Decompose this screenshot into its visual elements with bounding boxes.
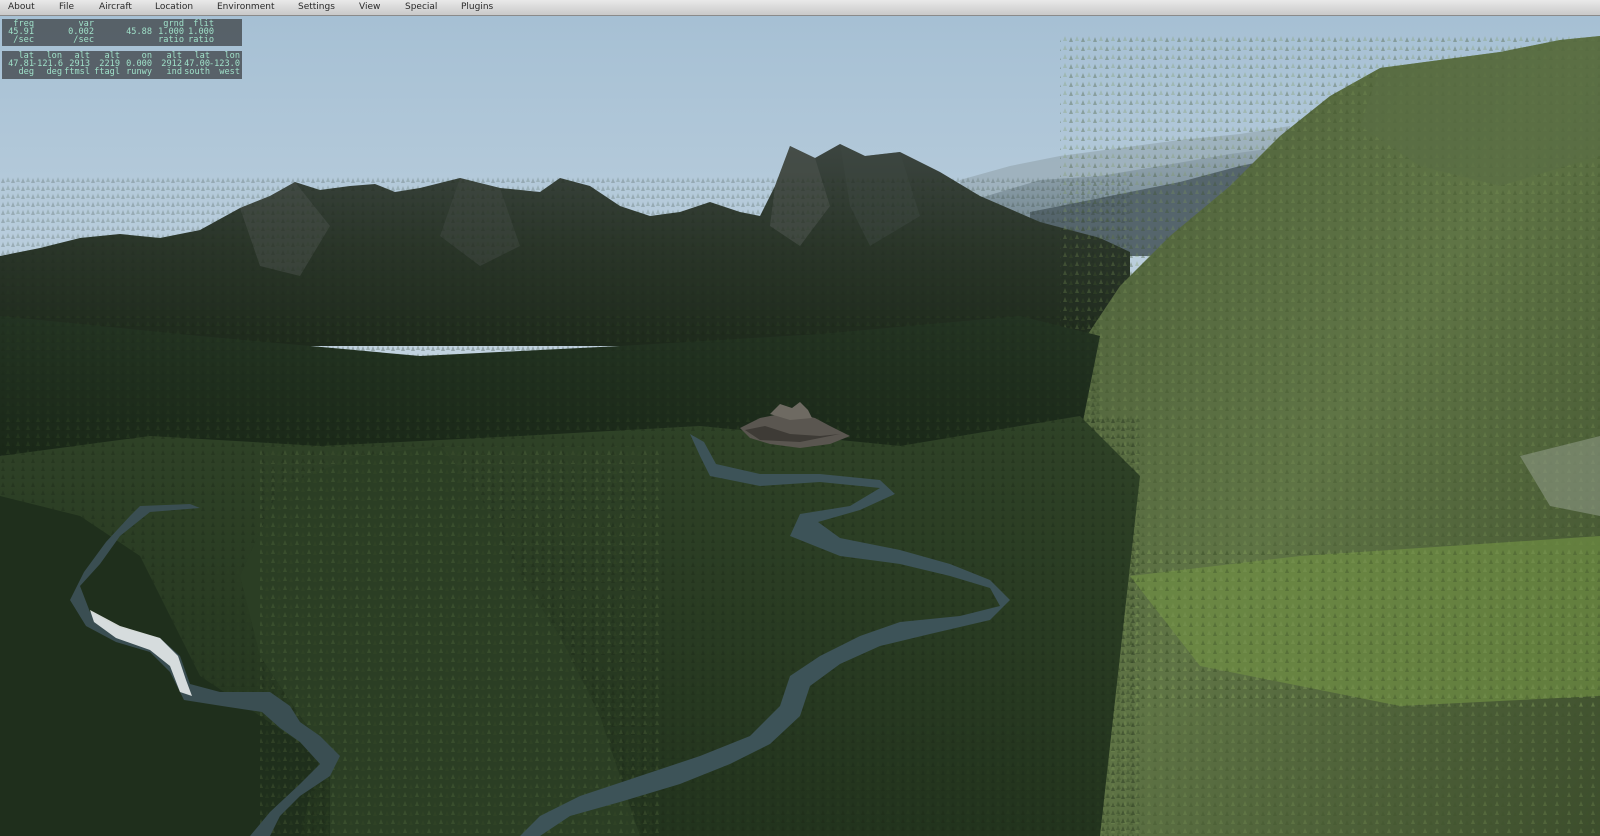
menu-about[interactable]: About — [8, 0, 35, 15]
menu-file[interactable]: File — [59, 0, 74, 15]
unit-on-runway: runwy — [126, 67, 152, 77]
simulator-window: About File Aircraft Location Environment… — [0, 0, 1600, 836]
value-grnd-fps: 45.88 — [126, 27, 152, 37]
unit-flit: ratio — [188, 35, 214, 45]
menu-settings[interactable]: Settings — [298, 0, 335, 15]
menu-aircraft[interactable]: Aircraft — [99, 0, 132, 15]
frame-rate-panel: freq var grnd flit 45.91 0.002 45.88 1.0… — [2, 19, 242, 46]
menu-location[interactable]: Location — [155, 0, 193, 15]
frame-rate-unit-row: /sec /sec ratio ratio — [2, 35, 242, 45]
unit-var: /sec — [73, 35, 94, 45]
scenery-view[interactable] — [0, 16, 1600, 836]
unit-grnd: ratio — [158, 35, 184, 45]
menu-special[interactable]: Special — [405, 0, 437, 15]
menu-environment[interactable]: Environment — [217, 0, 274, 15]
landscape-render — [0, 16, 1600, 836]
menu-bar: About File Aircraft Location Environment… — [0, 0, 1600, 16]
position-panel: lat lon alt alt on alt lat lon 47.81 -12… — [2, 51, 242, 79]
position-unit-row: deg deg ftmsl ftagl runwy ind south west — [2, 67, 242, 77]
unit-lon: deg — [46, 67, 62, 77]
menu-view[interactable]: View — [359, 0, 380, 15]
unit-freq: /sec — [13, 35, 34, 45]
unit-alt-ind: ind — [166, 67, 182, 77]
menu-plugins[interactable]: Plugins — [461, 0, 493, 15]
unit-lat-south: south — [184, 67, 210, 77]
unit-alt-msl: ftmsl — [64, 67, 90, 77]
unit-lon-west: west — [219, 67, 240, 77]
unit-alt-agl: ftagl — [94, 67, 120, 77]
unit-lat: deg — [18, 67, 34, 77]
